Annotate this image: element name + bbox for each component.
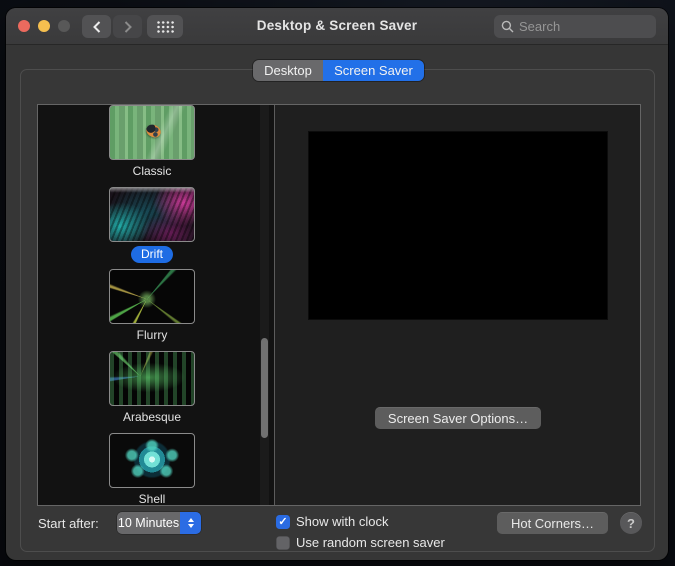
search-icon [501,20,514,33]
list-item-classic[interactable]: Classic [38,105,266,187]
start-after-label: Start after: [38,516,99,531]
saver-label: Classic [132,164,172,178]
screen-saver-items: Classic Drift Flurry Arabesque Shell [38,105,266,505]
tab-desktop[interactable]: Desktop [253,60,323,81]
saver-label: Flurry [136,328,168,342]
show-with-clock-row: ✓ Show with clock [276,514,388,529]
use-random-row: Use random screen saver [276,535,445,550]
saver-thumbnail-drift [109,187,195,242]
dropdown-value: 10 Minutes [117,512,180,534]
list-item-shell[interactable]: Shell [38,433,266,505]
saver-label-selected: Drift [131,246,173,263]
list-item-arabesque[interactable]: Arabesque [38,351,266,433]
screen-saver-preview [309,132,607,319]
saver-label: Shell [138,492,166,505]
search-placeholder: Search [519,19,561,34]
list-item-flurry[interactable]: Flurry [38,269,266,351]
content-box: Classic Drift Flurry Arabesque Shell Scr… [37,104,641,506]
hot-corners-button[interactable]: Hot Corners… [497,512,608,534]
scrollbar-track [260,105,269,505]
saver-thumbnail-arabesque [109,351,195,406]
ladybug-icon [144,122,163,140]
desktop-background: Desktop & Screen Saver Search Desktop Sc… [0,0,675,566]
saver-thumbnail-classic [109,105,195,160]
screen-saver-options-button[interactable]: Screen Saver Options… [375,407,541,429]
chevron-up-icon [187,518,194,522]
show-with-clock-checkbox[interactable]: ✓ [276,514,290,529]
tab-bar: Desktop Screen Saver [253,60,424,81]
dropdown-stepper-icon [180,512,201,534]
saver-label: Arabesque [122,410,182,424]
saver-thumbnail-flurry [109,269,195,324]
saver-thumbnail-shell [109,433,195,488]
title-bar: Desktop & Screen Saver Search [6,8,668,45]
preferences-window: Desktop & Screen Saver Search Desktop Sc… [6,8,668,560]
show-with-clock-label: Show with clock [296,514,389,529]
chevron-down-icon [187,524,194,528]
help-button[interactable]: ? [620,512,642,534]
screen-saver-list: Classic Drift Flurry Arabesque Shell [38,105,275,505]
list-item-drift[interactable]: Drift [38,187,266,269]
use-random-checkbox[interactable] [276,535,290,550]
use-random-label: Use random screen saver [296,535,445,550]
tab-screen-saver[interactable]: Screen Saver [323,60,424,81]
start-after-dropdown[interactable]: 10 Minutes [117,512,201,534]
preview-pane: Screen Saver Options… [275,105,640,505]
scrollbar-thumb[interactable] [261,338,268,438]
search-input[interactable]: Search [494,15,656,38]
